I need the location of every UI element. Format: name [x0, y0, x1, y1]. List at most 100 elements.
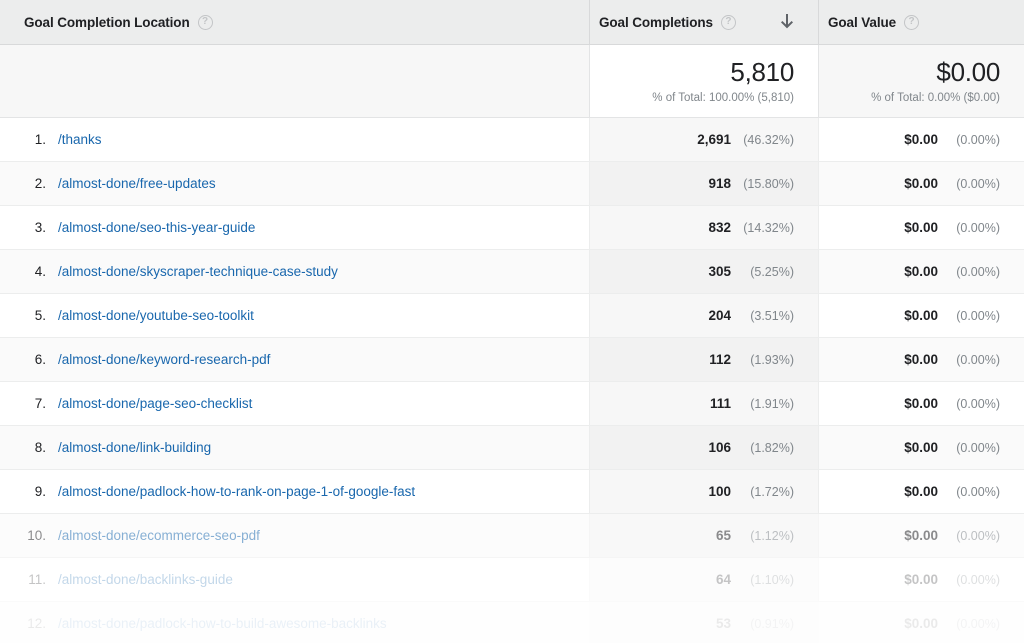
goal-completions-value: 64 [716, 572, 731, 587]
goal-value-percent: (0.00%) [952, 617, 1000, 631]
cell-goal-completion-location: 4. /almost-done/skyscraper-technique-case… [0, 250, 589, 293]
summary-goal-completions-total: 5,810 [730, 56, 794, 88]
cell-goal-completion-location: 6./almost-done/keyword-research-pdf [0, 338, 589, 381]
goal-completion-location-link[interactable]: /almost-done/seo-this-year-guide [58, 220, 255, 235]
table-row: 11./almost-done/backlinks-guide 64 (1.10%)… [0, 558, 1024, 602]
goal-completion-location-link[interactable]: /almost-done/ecommerce-seo-pdf [58, 528, 260, 543]
goal-completion-location-link[interactable]: /almost-done/backlinks-guide [58, 572, 233, 587]
cell-goal-value: $0.00 (0.00%) [818, 250, 1024, 293]
goal-value-percent: (0.00%) [952, 265, 1000, 279]
summary-dimension-cell [0, 45, 589, 117]
cell-goal-completion-location: 2./almost-done/free-updates [0, 162, 589, 205]
cell-goal-completions: 204 (3.51%) [589, 294, 818, 337]
goal-completion-location-link[interactable]: /almost-done/youtube-seo-toolkit [58, 308, 254, 323]
cell-goal-value: $0.00(0.00%) [818, 558, 1024, 601]
cell-goal-completion-location: 1. /thanks [0, 118, 589, 161]
goal-value-amount: $0.00 [904, 308, 938, 323]
sort-descending-arrow-icon[interactable] [780, 14, 794, 30]
goal-completions-percent: (1.72%) [740, 485, 794, 499]
table-row: 12./almost-done/padlock-how-to-build-awe… [0, 602, 1024, 643]
goal-value-amount: $0.00 [904, 396, 938, 411]
cell-goal-value: $0.00(0.00%) [818, 118, 1024, 161]
goal-completion-location-table: Goal Completion Location ? Goal Completi… [0, 0, 1024, 643]
goal-completion-location-link[interactable]: /almost-done/padlock-how-to-rank-on-page… [58, 484, 415, 499]
goal-completion-location-link[interactable]: /almost-done/page-seo-checklist [58, 396, 252, 411]
cell-goal-value: $0.00(0.00%) [818, 602, 1024, 643]
goal-completions-percent: (14.32%) [740, 221, 794, 235]
column-header-goal-value[interactable]: Goal Value ? [818, 0, 1024, 44]
goal-value-amount: $0.00 [904, 352, 938, 367]
cell-goal-value: $0.00 (0.00%) [818, 338, 1024, 381]
table-row: 3. /almost-done/seo-this-year-guide 832(14… [0, 206, 1024, 250]
cell-goal-value: $0.00 (0.00%) [818, 162, 1024, 205]
help-icon[interactable]: ? [198, 15, 213, 30]
cell-goal-completions: 65(1.12%) [589, 514, 818, 557]
goal-completions-value: 305 [708, 264, 731, 279]
goal-completions-percent: (46.32%) [740, 133, 794, 147]
row-rank: 1. [18, 132, 46, 147]
row-rank: 8. [18, 440, 46, 455]
table-row: 10. /almost-done/ecommerce-seo-pdf 65(1.12… [0, 514, 1024, 558]
goal-completion-location-link[interactable]: /thanks [58, 132, 102, 147]
goal-value-percent: (0.00%) [952, 529, 1000, 543]
goal-completions-percent: (3.51%) [740, 309, 794, 323]
goal-completion-location-link[interactable]: /almost-done/keyword-research-pdf [58, 352, 270, 367]
cell-goal-value: $0.00(0.00%) [818, 206, 1024, 249]
summary-goal-completions-subtext: % of Total: 100.00% (5,810) [652, 90, 794, 106]
goal-completions-percent: (15.80%) [740, 177, 794, 191]
goal-completions-percent: (1.93%) [740, 353, 794, 367]
goal-value-amount: $0.00 [904, 176, 938, 191]
goal-completion-location-link[interactable]: /almost-done/link-building [58, 440, 211, 455]
goal-value-percent: (0.00%) [952, 353, 1000, 367]
goal-completions-value: 65 [716, 528, 731, 543]
row-rank: 3. [18, 220, 46, 235]
goal-value-percent: (0.00%) [952, 177, 1000, 191]
cell-goal-value: $0.00 (0.00%) [818, 470, 1024, 513]
goal-completions-percent: (1.10%) [740, 573, 794, 587]
goal-completion-location-link[interactable]: /almost-done/free-updates [58, 176, 216, 191]
goal-value-percent: (0.00%) [952, 309, 1000, 323]
goal-completions-value: 2,691 [697, 132, 731, 147]
cell-goal-value: $0.00 (0.00%) [818, 514, 1024, 557]
cell-goal-value: $0.00 (0.00%) [818, 294, 1024, 337]
help-icon[interactable]: ? [721, 15, 736, 30]
column-header-goal-completion-location[interactable]: Goal Completion Location ? [0, 0, 589, 44]
goal-value-percent: (0.00%) [952, 397, 1000, 411]
goal-value-amount: $0.00 [904, 484, 938, 499]
cell-goal-completion-location: 12./almost-done/padlock-how-to-build-awe… [0, 602, 589, 643]
help-icon[interactable]: ? [904, 15, 919, 30]
cell-goal-completions: 100 (1.72%) [589, 470, 818, 513]
table-row: 7./almost-done/page-seo-checklist111(1.9… [0, 382, 1024, 426]
goal-value-amount: $0.00 [904, 220, 938, 235]
goal-completions-value: 100 [708, 484, 731, 499]
goal-completion-location-link[interactable]: /almost-done/skyscraper-technique-case-s… [58, 264, 338, 279]
goal-value-percent: (0.00%) [952, 485, 1000, 499]
summary-goal-value-total: $0.00 [936, 56, 1000, 88]
table-summary-row: 5,810 % of Total: 100.00% (5,810) $0.00 … [0, 45, 1024, 118]
goal-value-amount: $0.00 [904, 264, 938, 279]
summary-goal-value-subtext: % of Total: 0.00% ($0.00) [871, 90, 1000, 106]
goal-completions-value: 204 [708, 308, 731, 323]
goal-value-percent: (0.00%) [952, 133, 1000, 147]
row-rank: 4. [18, 264, 46, 279]
cell-goal-completions: 832(14.32%) [589, 206, 818, 249]
cell-goal-completions: 2,691 (46.32%) [589, 118, 818, 161]
table-row: 4. /almost-done/skyscraper-technique-case… [0, 250, 1024, 294]
goal-value-percent: (0.00%) [952, 441, 1000, 455]
goal-completion-location-link[interactable]: /almost-done/padlock-how-to-build-awesom… [58, 616, 387, 631]
cell-goal-completion-location: 11./almost-done/backlinks-guide [0, 558, 589, 601]
row-rank: 10. [18, 528, 46, 543]
goal-completions-percent: (5.25%) [740, 265, 794, 279]
goal-value-amount: $0.00 [904, 440, 938, 455]
cell-goal-completions: 918(15.80%) [589, 162, 818, 205]
cell-goal-completion-location: 9./almost-done/padlock-how-to-rank-on-pa… [0, 470, 589, 513]
goal-value-amount: $0.00 [904, 528, 938, 543]
summary-goal-completions-cell: 5,810 % of Total: 100.00% (5,810) [589, 45, 818, 117]
cell-goal-completion-location: 3. /almost-done/seo-this-year-guide [0, 206, 589, 249]
cell-goal-completion-location: 10. /almost-done/ecommerce-seo-pdf [0, 514, 589, 557]
table-row: 1. /thanks 2,691 (46.32%) $0.00(0.00%) [0, 118, 1024, 162]
cell-goal-value: $0.00 (0.00%) [818, 426, 1024, 469]
column-header-goal-completions[interactable]: Goal Completions ? [589, 0, 818, 44]
cell-goal-completions: 112(1.93%) [589, 338, 818, 381]
row-rank: 5. [18, 308, 46, 323]
